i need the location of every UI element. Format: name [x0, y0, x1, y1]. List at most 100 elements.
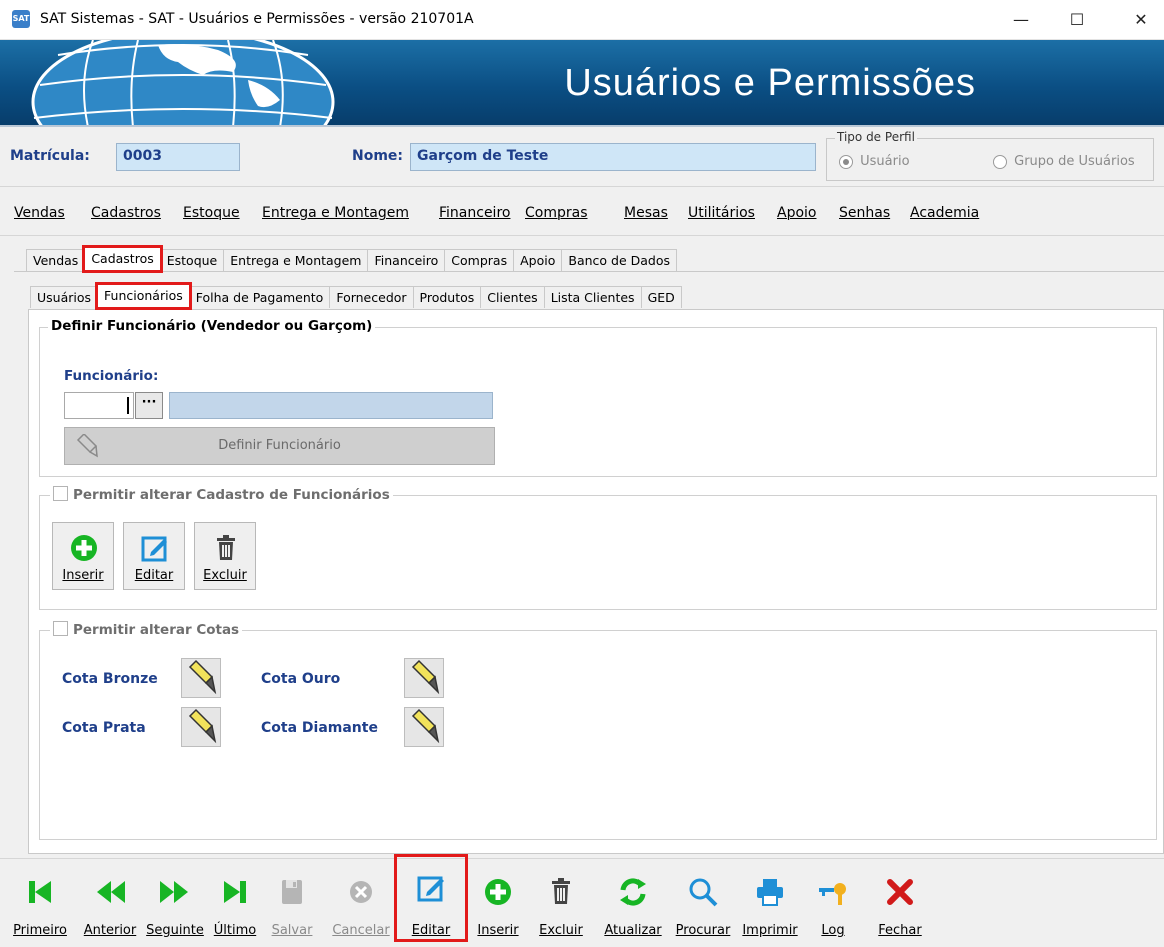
pen-nib-icon — [188, 659, 217, 695]
key-icon — [819, 883, 846, 905]
close-window-button[interactable]: ✕ — [1118, 0, 1164, 40]
menu-vendas[interactable]: Vendas — [14, 205, 65, 221]
anterior-label: Anterior — [83, 923, 137, 938]
radio-grupo-label: Grupo de Usuários — [1014, 154, 1135, 169]
primeiro-button[interactable]: Primeiro — [4, 865, 76, 945]
tab-clientes[interactable]: Clientes — [480, 286, 545, 308]
edit-icon — [141, 536, 167, 562]
radio-grupo-usuarios[interactable]: Grupo de Usuários — [993, 154, 1135, 169]
procurar-button[interactable]: Procurar — [668, 865, 738, 945]
refresh-icon — [620, 878, 646, 906]
inserir-label: Inserir — [477, 923, 519, 938]
fechar-button[interactable]: Fechar — [872, 865, 928, 945]
matricula-field[interactable]: 0003 — [116, 143, 240, 171]
header-banner: Usuários e Permissões — [0, 40, 1164, 127]
excluir-funcionario-button[interactable]: Excluir — [194, 522, 256, 590]
menu-compras[interactable]: Compras — [525, 205, 588, 221]
printer-icon — [757, 879, 783, 906]
permitir-cotas-label: Permitir alterar Cotas — [73, 622, 240, 638]
tab-vendas[interactable]: Vendas — [26, 249, 86, 271]
seguinte-button[interactable]: Seguinte — [142, 865, 208, 945]
definir-funcionario-button[interactable]: Definir Funcionário — [64, 427, 495, 465]
tab-apoio[interactable]: Apoio — [513, 249, 563, 271]
cota-bronze-label: Cota Bronze — [62, 671, 158, 687]
menu-utilitarios[interactable]: Utilitários — [688, 205, 755, 221]
seguinte-label: Seguinte — [146, 923, 204, 938]
permitir-cadastro-title[interactable]: Permitir alterar Cadastro de Funcionário… — [50, 486, 393, 503]
minimize-button[interactable]: — — [998, 0, 1044, 40]
previous-record-icon — [97, 881, 125, 903]
tab-estoque[interactable]: Estoque — [159, 249, 225, 271]
inserir-funcionario-button[interactable]: Inserir — [52, 522, 114, 590]
menu-senhas[interactable]: Senhas — [839, 205, 890, 221]
tab-produtos[interactable]: Produtos — [412, 286, 482, 308]
menu-apoio[interactable]: Apoio — [777, 205, 816, 221]
tipo-perfil-group: Tipo de Perfil Usuário Grupo de Usuários — [826, 130, 1154, 181]
tabs-level2: Usuários Funcionários Folha de Pagamento… — [30, 282, 682, 310]
permitir-cadastro-frame: Permitir alterar Cadastro de Funcionário… — [39, 486, 1157, 610]
editar-label: Editar — [411, 923, 451, 938]
pen-nib-icon — [411, 708, 440, 744]
excluir-button[interactable]: Excluir — [532, 865, 590, 945]
permitir-cadastro-label: Permitir alterar Cadastro de Funcionário… — [73, 487, 390, 503]
funcionario-code-input[interactable] — [64, 392, 134, 419]
menu-cadastros[interactable]: Cadastros — [91, 205, 161, 221]
ultimo-button[interactable]: Último — [210, 865, 260, 945]
last-record-icon — [224, 881, 246, 903]
excluir-label: Excluir — [539, 923, 583, 938]
magnifier-icon — [689, 878, 718, 907]
tab-banco-de-dados[interactable]: Banco de Dados — [561, 249, 678, 271]
tab-entrega-montagem[interactable]: Entrega e Montagem — [223, 249, 369, 271]
maximize-button[interactable]: ☐ — [1054, 0, 1100, 40]
menu-mesas[interactable]: Mesas — [624, 205, 668, 221]
permitir-cotas-title[interactable]: Permitir alterar Cotas — [50, 621, 243, 638]
cota-diamante-button[interactable] — [404, 707, 444, 747]
imprimir-button[interactable]: Imprimir — [740, 865, 800, 945]
menu-entrega-montagem[interactable]: Entrega e Montagem — [262, 205, 409, 221]
tab-folha-pagamento[interactable]: Folha de Pagamento — [188, 286, 331, 308]
funcionario-lookup-button[interactable]: ··· — [135, 392, 163, 419]
cancelar-button[interactable]: Cancelar — [328, 865, 394, 945]
permitir-cadastro-checkbox[interactable] — [53, 486, 68, 501]
tab-financeiro[interactable]: Financeiro — [367, 249, 446, 271]
cota-prata-button[interactable] — [181, 707, 221, 747]
tab-fornecedor[interactable]: Fornecedor — [329, 286, 414, 308]
globe-logo-icon — [31, 40, 335, 125]
window-title: SAT Sistemas - SAT - Usuários e Permissõ… — [40, 11, 474, 27]
tab-lista-clientes[interactable]: Lista Clientes — [543, 286, 642, 308]
inserir-label: Inserir — [62, 568, 104, 583]
inserir-button[interactable]: Inserir — [472, 865, 524, 945]
permitir-cotas-checkbox[interactable] — [53, 621, 68, 636]
close-x-icon — [887, 879, 913, 905]
menu-academia[interactable]: Academia — [910, 205, 979, 221]
trash-icon — [217, 535, 235, 560]
tab-ged[interactable]: GED — [640, 286, 682, 308]
permitir-cotas-frame: Permitir alterar Cotas Cota Bronze Cota … — [39, 621, 1157, 840]
editar-button[interactable]: Editar — [394, 854, 468, 942]
log-button[interactable]: Log — [818, 865, 848, 945]
editar-funcionario-button[interactable]: Editar — [123, 522, 185, 590]
radio-usuario-icon — [839, 154, 853, 169]
salvar-button[interactable]: Salvar — [266, 865, 318, 945]
anterior-button[interactable]: Anterior — [78, 865, 142, 945]
banner-title: Usuários e Permissões — [564, 62, 976, 104]
radio-grupo-icon — [993, 154, 1007, 169]
salvar-label: Salvar — [271, 923, 313, 938]
cota-bronze-button[interactable] — [181, 658, 221, 698]
tab-funcionarios[interactable]: Funcionários — [95, 282, 192, 310]
tab-usuarios[interactable]: Usuários — [30, 286, 99, 308]
menu-estoque[interactable]: Estoque — [183, 205, 240, 221]
plus-circle-icon — [71, 535, 97, 561]
radio-usuario[interactable]: Usuário — [839, 154, 910, 169]
radio-usuario-label: Usuário — [860, 154, 910, 169]
primeiro-label: Primeiro — [13, 923, 67, 938]
tabs-level1-baseline — [14, 271, 1164, 272]
cota-ouro-button[interactable] — [404, 658, 444, 698]
menu-financeiro[interactable]: Financeiro — [439, 205, 510, 221]
save-icon — [282, 880, 302, 904]
atualizar-button[interactable]: Atualizar — [598, 865, 668, 945]
tab-compras[interactable]: Compras — [444, 249, 515, 271]
tab-cadastros[interactable]: Cadastros — [82, 245, 163, 273]
nome-field[interactable]: Garçom de Teste — [410, 143, 816, 171]
tabs-level1: Vendas Cadastros Estoque Entrega e Monta… — [26, 245, 678, 273]
